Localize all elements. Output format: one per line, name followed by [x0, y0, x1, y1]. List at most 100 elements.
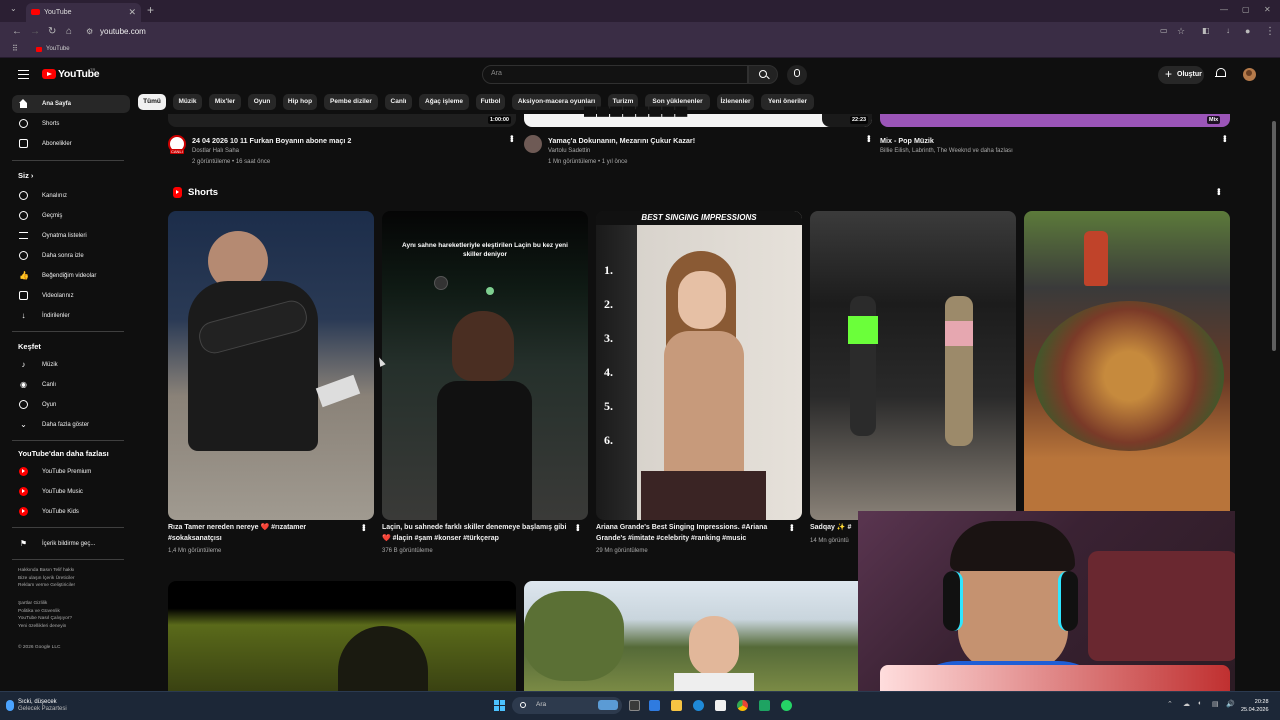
more-options-icon[interactable]: ••• [1214, 188, 1224, 194]
chip-football[interactable]: Futbol [476, 94, 505, 110]
sidebar-item-home[interactable]: Ana Sayfa [12, 95, 130, 113]
section-you[interactable]: Siz › [18, 171, 33, 180]
channel-name[interactable]: Billie Eilish, Labrinth, The Weeknd ve d… [880, 146, 1013, 157]
network-icon[interactable]: ▤ [1212, 700, 1219, 708]
profile-icon[interactable]: ● [1245, 26, 1250, 36]
task-view-icon[interactable] [629, 700, 640, 711]
search-input[interactable]: Ara [482, 65, 748, 84]
file-explorer-icon[interactable] [671, 700, 682, 711]
maximize-icon[interactable]: ▢ [1242, 5, 1250, 14]
browser-tab[interactable]: YouTube ✕ [26, 3, 141, 22]
sidebar-item-your-videos[interactable]: Videolarınız [12, 287, 130, 305]
menu-icon[interactable]: ⋮ [1265, 26, 1275, 37]
channel-name[interactable]: Vartolu Sadettin [548, 146, 590, 157]
chip-all[interactable]: Tümü [138, 94, 166, 110]
short-thumbnail[interactable]: Aynı sahne hareketleriyle eleştirilen La… [382, 211, 588, 520]
footer-links[interactable]: Hakkında Basın Telif hakkı Bize ulaşın İ… [18, 567, 118, 590]
sidebar-item-liked[interactable]: 👍 Beğendiğim videolar [12, 267, 130, 285]
minimize-icon[interactable]: — [1220, 5, 1228, 14]
chip-gaming[interactable]: Oyun [248, 94, 276, 110]
sidebar-item-report[interactable]: ⚑ İçerik bildirme geç... [12, 535, 130, 553]
tray-app-icon[interactable]: ◐ [1198, 700, 1202, 707]
chip-new-to-you[interactable]: Yeni öneriler [761, 94, 814, 110]
sidebar-item-music[interactable]: ♪ Müzik [12, 356, 130, 374]
sidebar-item-live[interactable]: ◉ Canlı [12, 376, 130, 394]
video-thumbnail[interactable] [524, 581, 872, 691]
close-window-icon[interactable]: ✕ [1264, 5, 1271, 14]
bookmark-star-icon[interactable]: ☆ [1177, 26, 1185, 37]
more-options-icon[interactable]: ••• [507, 135, 517, 141]
chrome-icon[interactable] [737, 700, 748, 711]
voice-search-button[interactable] [787, 65, 807, 85]
hamburger-menu-icon[interactable] [18, 70, 29, 79]
chip-hiphop[interactable]: Hip hop [283, 94, 317, 110]
chip-woodworking[interactable]: Ağaç işleme [419, 94, 469, 110]
whatsapp-icon[interactable] [781, 700, 792, 711]
more-options-icon[interactable]: ••• [787, 524, 797, 530]
chip-live[interactable]: Canlı [385, 94, 412, 110]
channel-name[interactable]: Dostlar Halı Saha [192, 146, 239, 157]
url-field[interactable]: youtube.com [100, 27, 146, 36]
short-thumbnail[interactable] [1024, 211, 1230, 520]
cloud-icon[interactable]: ☁ [1183, 700, 1190, 708]
chip-music[interactable]: Müzik [173, 94, 202, 110]
forward-icon[interactable]: → [30, 26, 40, 37]
short-title[interactable]: Rıza Tamer nereden nereye ❤️ #rızatamer … [168, 523, 358, 544]
search-button[interactable] [748, 65, 778, 84]
sidebar-item-downloads[interactable]: ↓ İndirilenler [12, 307, 130, 325]
video-title[interactable]: Mix - Pop Müzik [880, 136, 934, 145]
edge-icon[interactable] [693, 700, 704, 711]
clock[interactable]: 20:28 25.04.2026 [1241, 698, 1269, 714]
site-info-icon[interactable]: ⚙ [86, 27, 93, 36]
more-options-icon[interactable]: ••• [864, 135, 874, 141]
app-icon[interactable] [759, 700, 770, 711]
sidebar-item-subscriptions[interactable]: Abonelikler [12, 135, 130, 153]
sidebar-item-playlists[interactable]: Oynatma listeleri [12, 227, 130, 245]
short-title[interactable]: Ariana Grande's Best Singing Impressions… [596, 523, 786, 544]
video-title[interactable]: 24 04 2026 10 11 Furkan Boyanın abone ma… [192, 136, 351, 145]
tab-search-icon[interactable]: ⌄ [10, 4, 20, 16]
back-icon[interactable]: ← [12, 26, 22, 37]
chip-watched[interactable]: İzlenenler [717, 94, 754, 110]
video-thumbnail[interactable] [168, 581, 516, 691]
video-thumbnail[interactable] [168, 114, 516, 127]
volume-icon[interactable]: 🔊 [1226, 700, 1235, 708]
channel-avatar[interactable] [524, 135, 542, 153]
video-title[interactable]: Yamaç'a Dokunanın, Mezarını Çukur Kazar! [548, 136, 695, 145]
extensions-icon[interactable]: ◧ [1202, 26, 1210, 35]
sidebar-item-show-more[interactable]: ⌄ Daha fazla göster [12, 416, 130, 434]
avatar[interactable] [1243, 68, 1256, 81]
create-button[interactable]: + Oluştur [1158, 66, 1204, 84]
sidebar-item-youtube-music[interactable]: YouTube Music [12, 483, 130, 501]
video-thumbnail[interactable] [880, 665, 1230, 691]
more-options-icon[interactable]: ••• [1220, 135, 1230, 141]
taskbar-search[interactable]: Ara [512, 697, 622, 714]
reload-icon[interactable]: ↻ [48, 26, 56, 37]
sidebar-item-channel[interactable]: Kanalınız [12, 187, 130, 205]
install-icon[interactable]: ▭ [1160, 26, 1168, 35]
new-tab-icon[interactable]: + [147, 3, 154, 17]
mix-thumbnail[interactable] [880, 114, 1230, 127]
windows-start-icon[interactable] [494, 700, 505, 711]
bookmark-youtube[interactable]: YouTube [36, 46, 70, 52]
more-options-icon[interactable]: ••• [573, 524, 583, 530]
chip-mixes[interactable]: Mix'ler [209, 94, 241, 110]
home-icon[interactable]: ⌂ [66, 26, 72, 37]
chip-soap-operas[interactable]: Pembe diziler [324, 94, 378, 110]
short-thumbnail[interactable]: BEST SINGING IMPRESSIONS 1. 2. 3. 4. 5. 6. [596, 211, 802, 520]
notifications-bell-icon[interactable] [1215, 67, 1226, 79]
short-title[interactable]: Laçin, bu sahnede farklı skiller denemey… [382, 523, 572, 544]
sidebar-item-shorts[interactable]: Shorts [12, 115, 130, 133]
sidebar-item-history[interactable]: Geçmiş [12, 207, 130, 225]
video-thumbnail[interactable]: ▀▀▀▀▀▀▀▀ [524, 107, 872, 127]
sidebar-item-youtube-kids[interactable]: YouTube Kids [12, 503, 130, 521]
sidebar-item-gaming[interactable]: Oyun [12, 396, 130, 414]
widgets-icon[interactable] [649, 700, 660, 711]
close-tab-icon[interactable]: ✕ [128, 7, 136, 18]
short-thumbnail[interactable] [168, 211, 374, 520]
store-icon[interactable] [715, 700, 726, 711]
downloads-icon[interactable]: ↓ [1226, 26, 1230, 35]
sidebar-item-youtube-premium[interactable]: YouTube Premium [12, 463, 130, 481]
tray-chevron-icon[interactable]: ⌃ [1167, 700, 1173, 708]
weather-widget[interactable]: Sıcki, düşecek Gelecek Pazartesi [18, 699, 67, 713]
